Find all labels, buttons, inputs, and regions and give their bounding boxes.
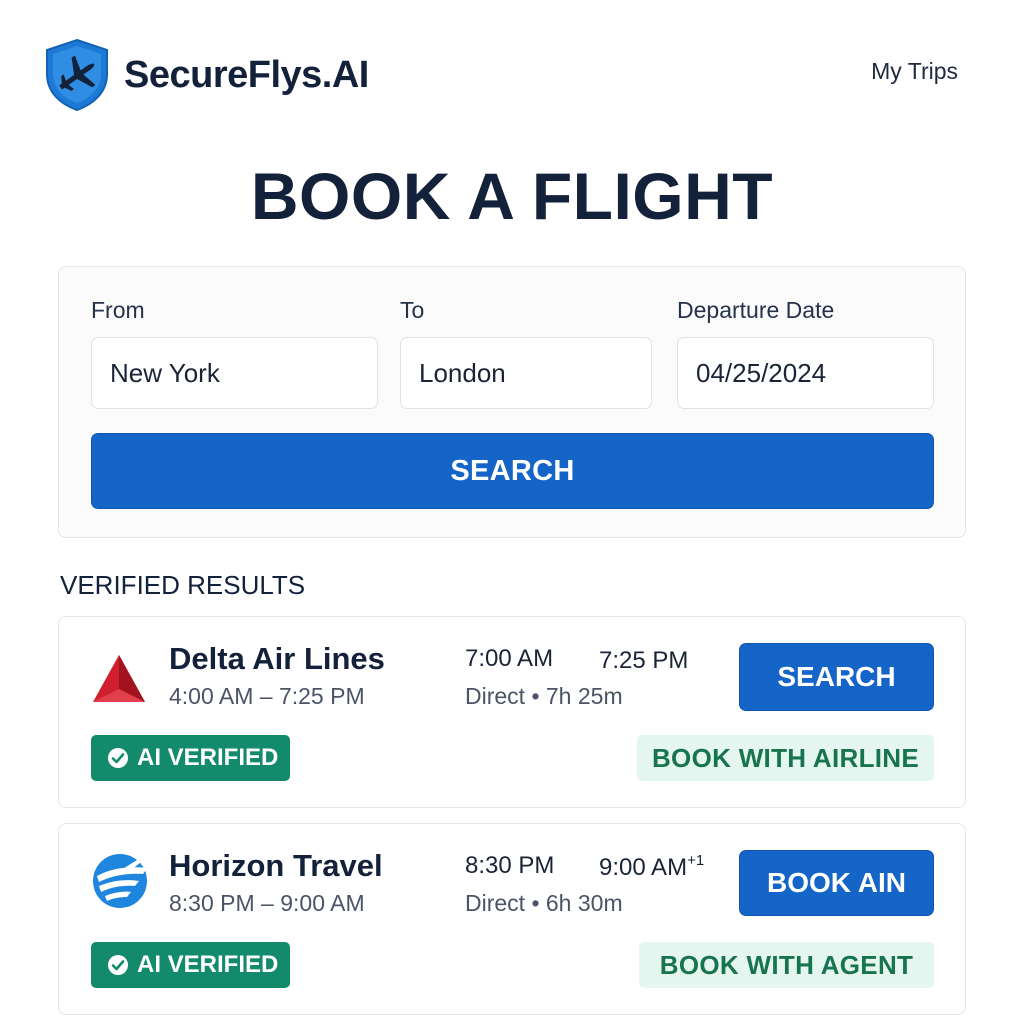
airline-name: Horizon Travel bbox=[169, 848, 383, 883]
departure-time: 8:30 PM bbox=[465, 852, 555, 879]
from-label: From bbox=[91, 297, 145, 323]
to-input[interactable]: London bbox=[400, 337, 652, 409]
to-label: To bbox=[400, 297, 425, 323]
arrival-time-value: 9:00 AM bbox=[599, 854, 688, 881]
result-action-button[interactable]: BOOK AIN bbox=[739, 850, 934, 916]
arrival-time-value: 7:25 PM bbox=[599, 647, 689, 674]
check-circle-icon bbox=[108, 955, 128, 975]
flight-time-range: 8:30 PM – 9:00 AM bbox=[169, 890, 365, 916]
arrival-time: 9:00 AM+1 bbox=[599, 852, 704, 882]
page-title: BOOK A FLIGHT bbox=[250, 159, 774, 233]
brand-name: SecureFlys.AI bbox=[124, 53, 369, 96]
departure-date-input[interactable]: 04/25/2024 bbox=[677, 337, 934, 409]
airline-name: Delta Air Lines bbox=[169, 641, 385, 676]
route-info: Direct • 6h 30m bbox=[465, 890, 623, 916]
search-button[interactable]: SEARCH bbox=[91, 433, 934, 509]
result-card: Delta Air Lines 4:00 AM – 7:25 PM 7:00 A… bbox=[58, 616, 966, 808]
page: SecureFlys.AI My Trips BOOK A FLIGHT Fro… bbox=[0, 0, 1024, 1024]
departure-date-label: Departure Date bbox=[677, 297, 835, 323]
results-heading: VERIFIED RESULTS bbox=[60, 570, 306, 600]
globe-plane-icon bbox=[93, 854, 147, 908]
booking-channel-badge: BOOK WITH AIRLINE bbox=[637, 735, 934, 781]
arrival-time: 7:25 PM bbox=[599, 645, 688, 675]
ai-verified-label: AI VERIFIED bbox=[137, 744, 279, 771]
departure-time: 7:00 AM bbox=[465, 645, 554, 672]
ai-verified-label: AI VERIFIED bbox=[137, 951, 279, 978]
route-info: Direct • 7h 25m bbox=[465, 683, 623, 709]
result-card: Horizon Travel 8:30 PM – 9:00 AM 8:30 PM… bbox=[58, 823, 966, 1015]
from-input[interactable]: New York bbox=[91, 337, 378, 409]
ai-verified-badge: AI VERIFIED bbox=[91, 942, 290, 988]
booking-channel-badge: BOOK WITH AGENT bbox=[639, 942, 934, 988]
check-circle-icon bbox=[108, 748, 128, 768]
arrival-day-offset: +1 bbox=[687, 852, 705, 869]
result-action-button[interactable]: SEARCH bbox=[739, 643, 934, 711]
delta-triangle-icon bbox=[93, 655, 145, 702]
brand-logo[interactable]: SecureFlys.AI bbox=[44, 38, 369, 112]
shield-plane-icon bbox=[46, 38, 108, 112]
my-trips-link[interactable]: My Trips bbox=[871, 58, 958, 85]
search-form: From New York To London Departure Date 0… bbox=[58, 266, 966, 538]
flight-time-range: 4:00 AM – 7:25 PM bbox=[169, 683, 365, 709]
ai-verified-badge: AI VERIFIED bbox=[91, 735, 290, 781]
